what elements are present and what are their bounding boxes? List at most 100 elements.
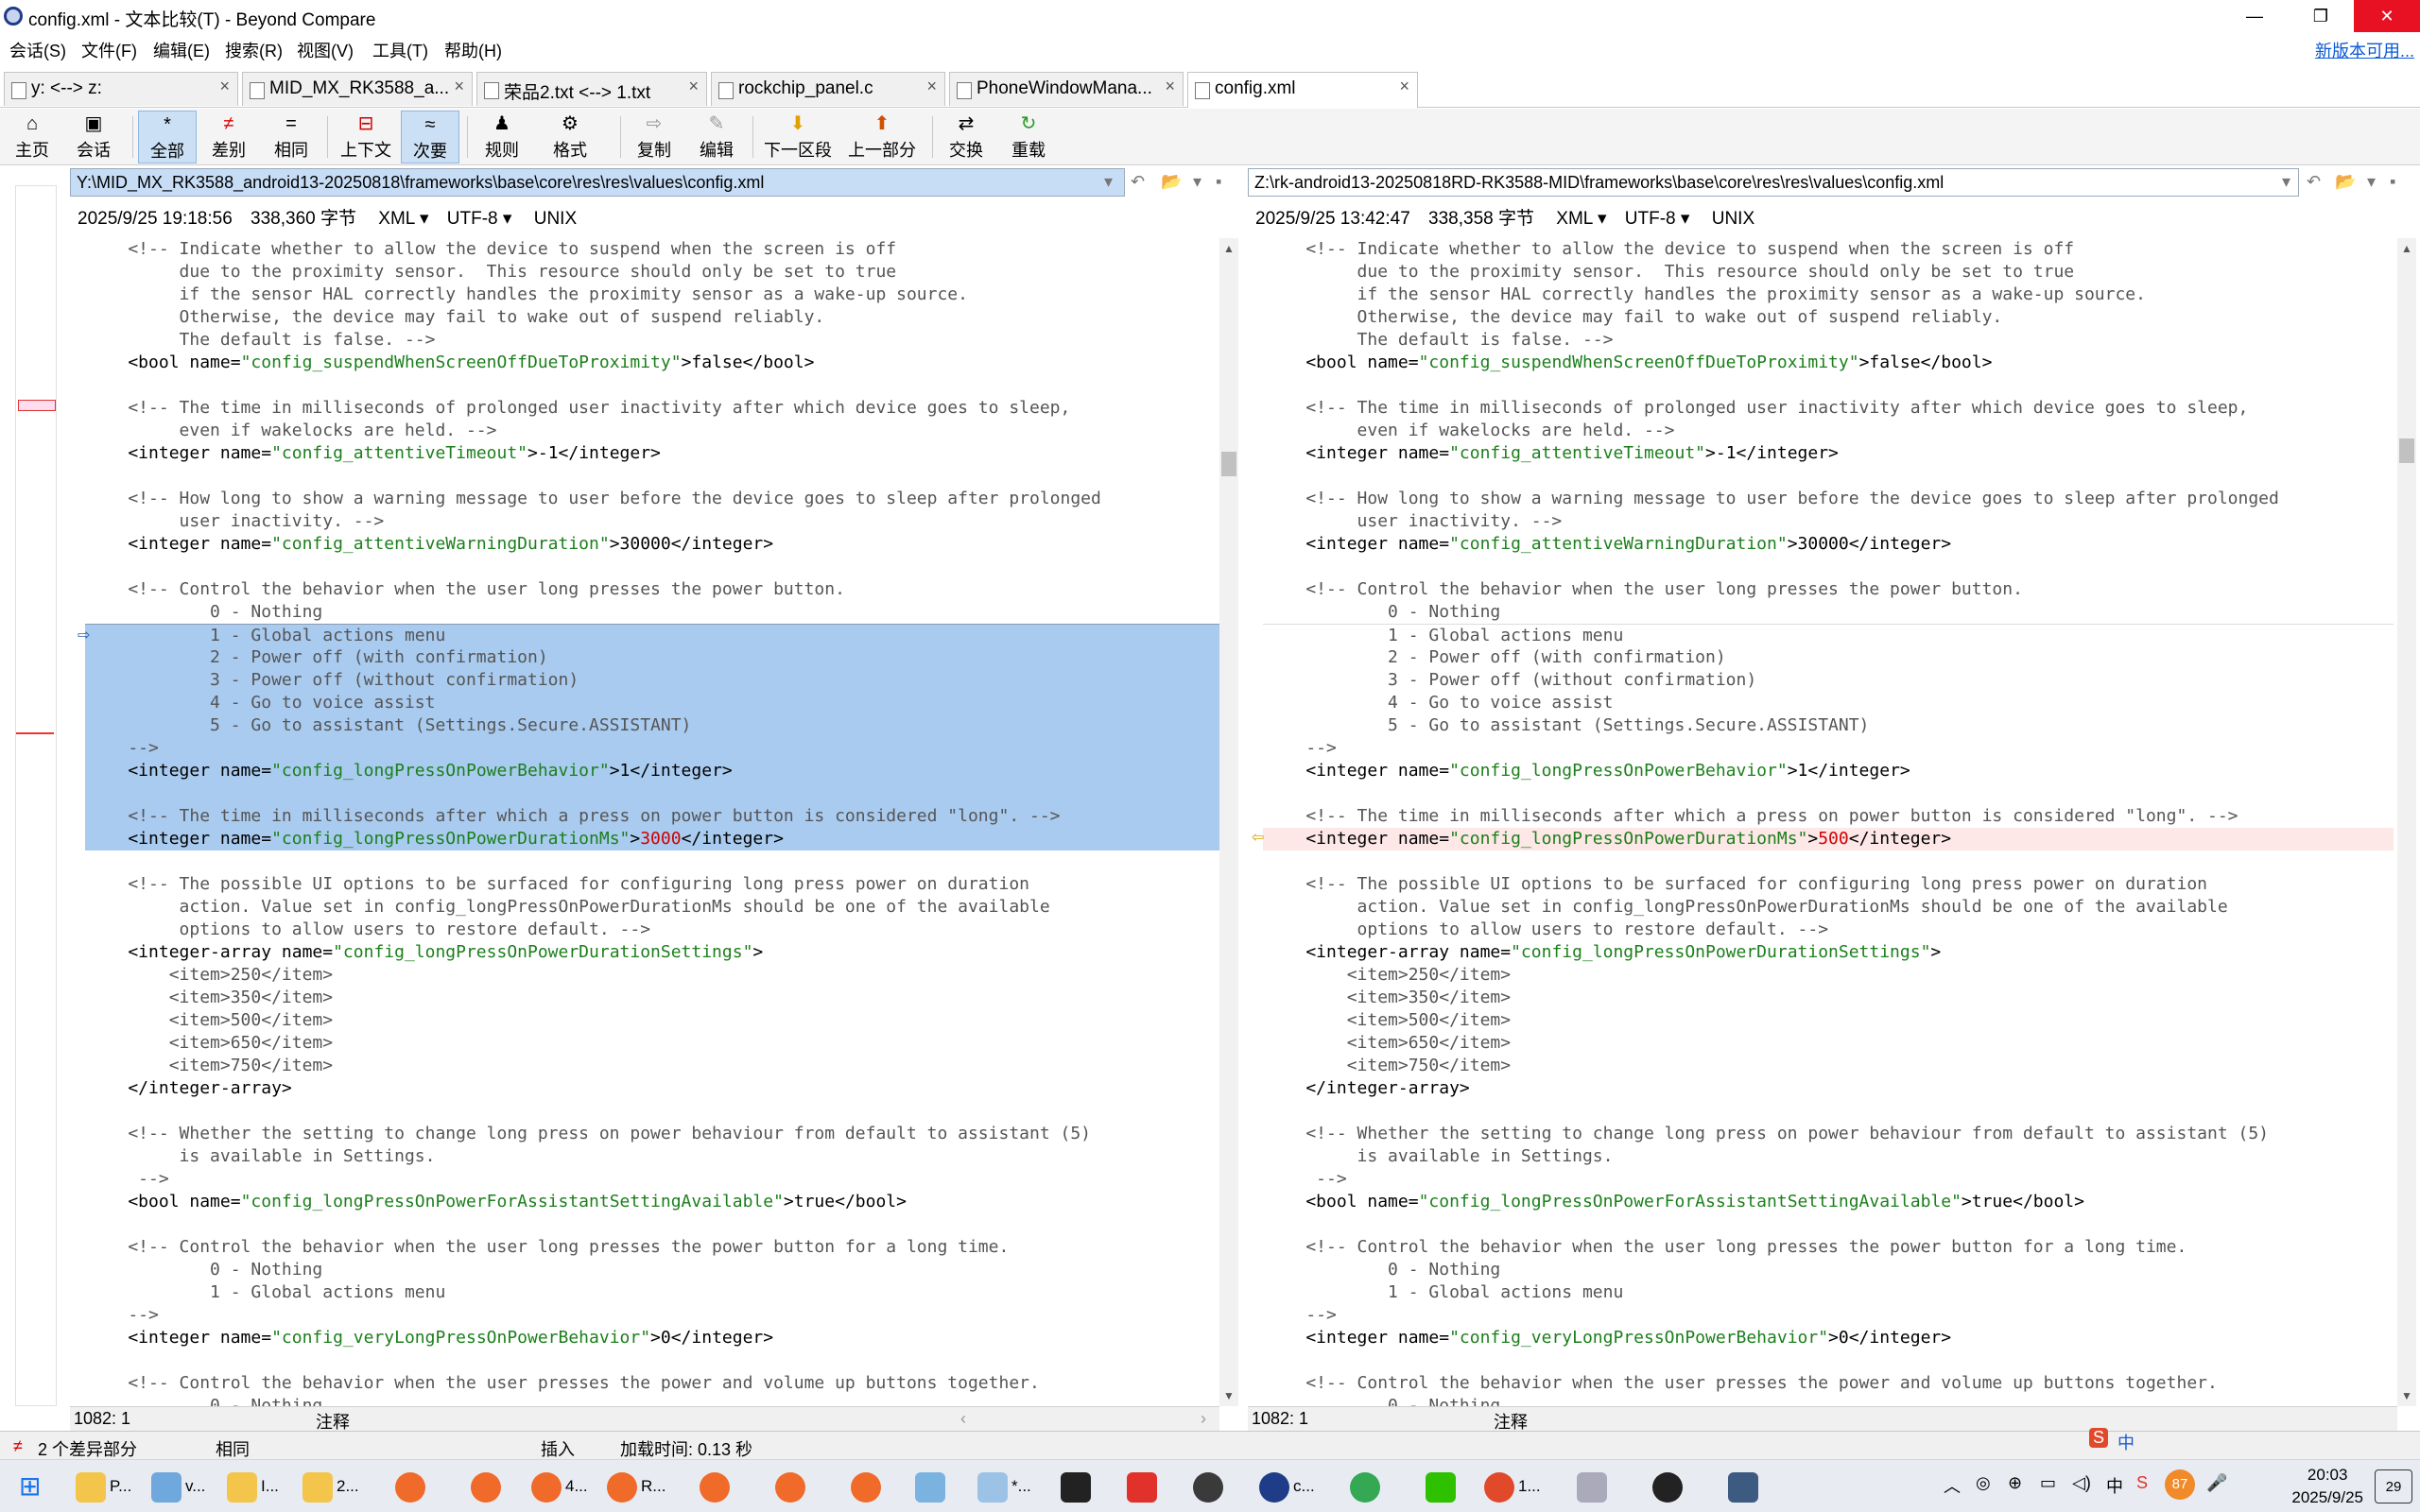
code-line[interactable]: <!-- Control the behavior when the user … (85, 1372, 1219, 1395)
code-line[interactable]: action. Value set in config_longPressOnP… (1263, 896, 2394, 919)
tab-config-xml[interactable]: config.xml × (1187, 72, 1418, 108)
code-line[interactable]: 0 - Nothing (1263, 1395, 2394, 1406)
code-line[interactable]: 2 - Power off (with confirmation) (1263, 646, 2394, 669)
code-line[interactable]: user inactivity. --> (1263, 510, 2394, 533)
code-line[interactable]: <integer name="config_veryLongPressOnPow… (1263, 1327, 2394, 1349)
left-history-icon[interactable]: ↶ (1131, 172, 1145, 192)
code-line[interactable]: <item>250</item> (85, 964, 1219, 987)
code-line[interactable]: <bool name="config_suspendWhenScreenOffD… (85, 352, 1219, 374)
code-line[interactable] (85, 1100, 1219, 1123)
copy-button[interactable]: ⇨ 复制 (626, 111, 683, 163)
taskbar-chrome-icon[interactable] (395, 1466, 429, 1507)
taskbar-ultraedit-icon[interactable] (1193, 1466, 1227, 1507)
code-line[interactable]: <!-- The time in milliseconds of prolong… (85, 397, 1219, 420)
taskbar-wechat-icon[interactable] (1426, 1466, 1460, 1507)
code-line[interactable]: 5 - Go to assistant (Settings.Secure.ASS… (85, 714, 1219, 737)
code-line[interactable]: 0 - Nothing (85, 1395, 1219, 1406)
code-line[interactable] (1263, 1349, 2394, 1372)
code-line[interactable]: <item>750</item> (1263, 1055, 2394, 1077)
code-line[interactable]: options to allow users to restore defaul… (85, 919, 1219, 941)
code-line[interactable]: <!-- Control the behavior when the user … (1263, 1236, 2394, 1259)
menu-help[interactable]: 帮助(H) (444, 38, 502, 62)
code-line[interactable]: <!-- The time in milliseconds of prolong… (1263, 397, 2394, 420)
scroll-thumb[interactable] (2399, 438, 2414, 463)
code-line[interactable]: even if wakelocks are held. --> (1263, 420, 2394, 442)
menu-search[interactable]: 搜索(R) (225, 38, 283, 62)
code-line[interactable]: 0 - Nothing (1263, 1259, 2394, 1281)
code-line[interactable]: options to allow users to restore defaul… (1263, 919, 2394, 941)
session-button[interactable]: ▣ 会话 (62, 111, 125, 163)
code-line[interactable]: 4 - Go to voice assist (85, 692, 1219, 714)
taskbar-browser-icon[interactable] (851, 1466, 885, 1507)
code-line[interactable] (1263, 374, 2394, 397)
code-line[interactable]: <item>650</item> (1263, 1032, 2394, 1055)
reload-button[interactable]: ↻ 重载 (1000, 111, 1057, 163)
code-line[interactable]: 1 - Global actions menu (1263, 1281, 2394, 1304)
system-clock[interactable]: 20:03 2025/9/25 (2291, 1464, 2363, 1509)
code-line[interactable]: 1 - Global actions menu (85, 1281, 1219, 1304)
code-line[interactable]: <integer-array name="config_longPressOnP… (1263, 941, 2394, 964)
code-line[interactable]: --> (1263, 1304, 2394, 1327)
code-line[interactable]: <!-- Whether the setting to change long … (1263, 1123, 2394, 1145)
left-open-folder-icon[interactable]: 📂 (1161, 172, 1182, 192)
tab-close-icon[interactable]: × (1399, 77, 1409, 96)
tray-mic-icon[interactable]: 🎤 (2206, 1473, 2227, 1493)
code-line[interactable]: <integer name="config_attentiveTimeout">… (85, 442, 1219, 465)
right-encoding-dropdown[interactable]: UTF-8 ▾ (1625, 209, 1690, 229)
code-line[interactable]: <item>500</item> (1263, 1009, 2394, 1032)
tray-volume-icon[interactable]: ◁) (2072, 1473, 2091, 1493)
code-line[interactable]: --> (85, 737, 1219, 760)
code-line[interactable] (1263, 850, 2394, 873)
code-line[interactable]: --> (1263, 737, 2394, 760)
code-line[interactable]: <!-- The time in milliseconds after whic… (1263, 805, 2394, 828)
tab-rongpin-txt[interactable]: 荣品2.txt <--> 1.txt × (476, 72, 707, 106)
format-button[interactable]: ⚙ 格式 (539, 111, 601, 163)
code-line[interactable]: due to the proximity sensor. This resour… (85, 261, 1219, 284)
taskbar-terminal-icon[interactable] (1061, 1466, 1095, 1507)
taskbar-item[interactable]: 2... (302, 1466, 359, 1507)
taskbar-item[interactable]: I... (227, 1466, 279, 1507)
taskbar-tools-icon[interactable] (1577, 1466, 1611, 1507)
scroll-up-icon[interactable]: ▲ (1223, 242, 1235, 255)
code-line[interactable]: </integer-array> (85, 1077, 1219, 1100)
taskbar-item[interactable]: *... (977, 1466, 1031, 1507)
scroll-thumb[interactable] (1221, 452, 1236, 476)
right-vertical-scrollbar[interactable]: ▲ ▼ (2397, 238, 2416, 1406)
tray-sogou-icon[interactable]: S (2136, 1473, 2148, 1493)
code-line[interactable]: <integer name="config_attentiveWarningDu… (85, 533, 1219, 556)
code-line[interactable]: <!-- The time in milliseconds after whic… (85, 805, 1219, 828)
tab-close-icon[interactable]: × (219, 77, 230, 96)
tray-ime-indicator[interactable]: 中 (2106, 1473, 2123, 1498)
tray-battery-icon[interactable]: ▭ (2040, 1473, 2056, 1493)
code-line[interactable]: is available in Settings. (1263, 1145, 2394, 1168)
tray-globe-icon[interactable]: ⊕ (2008, 1473, 2022, 1493)
code-line[interactable]: <integer-array name="config_longPressOnP… (85, 941, 1219, 964)
code-line[interactable]: <bool name="config_longPressOnPowerForAs… (85, 1191, 1219, 1213)
taskbar-item[interactable]: c... (1259, 1466, 1315, 1507)
code-line[interactable]: <integer name="config_attentiveWarningDu… (1263, 533, 2394, 556)
code-line[interactable]: <item>250</item> (1263, 964, 2394, 987)
code-line[interactable]: <item>350</item> (85, 987, 1219, 1009)
code-line[interactable]: <!-- Indicate whether to allow the devic… (1263, 238, 2394, 261)
taskbar-item[interactable]: 1... (1484, 1466, 1541, 1507)
edit-button[interactable]: ✎ 编辑 (688, 111, 745, 163)
code-line[interactable] (85, 850, 1219, 873)
code-line[interactable]: <!-- Control the behavior when the user … (85, 578, 1219, 601)
left-encoding-dropdown[interactable]: UTF-8 ▾ (447, 209, 512, 229)
taskbar-item[interactable]: R... (607, 1466, 666, 1507)
code-line[interactable]: even if wakelocks are held. --> (85, 420, 1219, 442)
code-line[interactable]: user inactivity. --> (85, 510, 1219, 533)
right-format-dropdown[interactable]: XML ▾ (1556, 209, 1606, 229)
right-code-pane[interactable]: <!-- Indicate whether to allow the devic… (1263, 238, 2394, 1406)
context-button[interactable]: ⊟ 上下文 (333, 111, 399, 163)
code-line[interactable] (85, 782, 1219, 805)
minimize-button[interactable]: — (2221, 0, 2288, 32)
taskbar-qq-icon[interactable] (1652, 1466, 1686, 1507)
code-line[interactable] (85, 374, 1219, 397)
right-open-dropdown-icon[interactable]: ▾ (2367, 172, 2376, 192)
tray-weather-badge[interactable]: 87 (2165, 1469, 2195, 1500)
code-line[interactable]: <item>500</item> (85, 1009, 1219, 1032)
ime-float-lang[interactable]: 中 (2118, 1430, 2135, 1454)
right-path-input[interactable]: Z:\rk-android13-20250818RD-RK3588-MID\fr… (1248, 168, 2299, 197)
code-line[interactable]: <!-- Control the behavior when the user … (85, 1236, 1219, 1259)
